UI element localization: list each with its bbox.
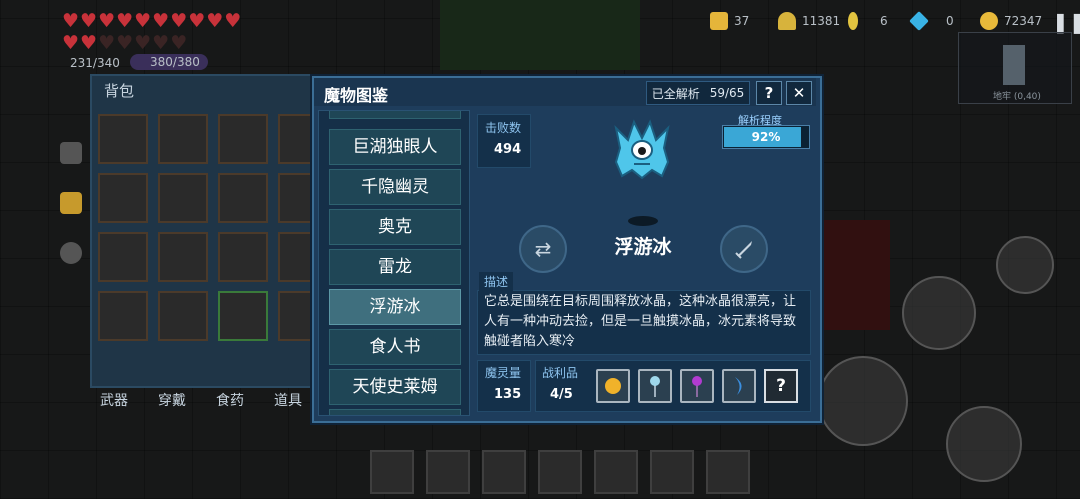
minimap-room: [1003, 45, 1025, 85]
stat-coin: 72347: [980, 10, 1042, 32]
list-item[interactable]: 食人书: [329, 329, 461, 365]
hp-readout: 231/340: [70, 56, 120, 70]
shield-readout: 380/380: [130, 54, 208, 70]
monster-shadow: [628, 216, 658, 226]
backpack-slot[interactable]: [158, 232, 208, 282]
description-text: 它总是围绕在目标周围释放冰晶，这种冰晶很漂亮，让人有一种冲动去捡，但是一旦触摸冰…: [484, 294, 797, 349]
backpack-slot[interactable]: [98, 173, 148, 223]
hotbar-slot[interactable]: [594, 450, 638, 494]
ice-monster-sprite: [614, 119, 670, 180]
stat-gem: 0: [909, 10, 954, 32]
weapon-info-button[interactable]: [720, 225, 768, 273]
help-button[interactable]: ?: [756, 81, 782, 105]
hotbar-slot[interactable]: [482, 450, 526, 494]
stat-helmet-value: 11381: [802, 14, 841, 28]
analyzed-label: 已全解析: [651, 86, 700, 101]
swap-button[interactable]: ⇄: [519, 225, 567, 273]
list-item-partial[interactable]: [329, 409, 461, 415]
list-item[interactable]: 天使史莱姆: [329, 369, 461, 405]
dialog-title: 魔物图鉴: [324, 86, 389, 105]
loot-slot[interactable]: [680, 369, 714, 403]
coin-icon: [980, 12, 998, 30]
tab-weapons[interactable]: 武器: [100, 390, 128, 410]
loot-slot[interactable]: [596, 369, 630, 403]
analysis-progress-pill: 已全解析 59/65: [646, 81, 750, 105]
unknown-loot-slot[interactable]: ?: [764, 369, 798, 403]
skill-button[interactable]: [996, 236, 1054, 294]
backpack-slot[interactable]: [218, 114, 268, 164]
hotbar-slot[interactable]: [370, 450, 414, 494]
stat-key-value: 6: [880, 14, 888, 28]
hotbar-slot[interactable]: [706, 450, 750, 494]
sword-icon: [735, 241, 752, 259]
backpack-title: 背包: [104, 82, 135, 100]
description-label: 描述: [479, 272, 514, 291]
backpack-slot[interactable]: [218, 291, 268, 341]
soul-label: 魔灵量: [485, 366, 522, 380]
gold-coin-icon: [605, 378, 621, 394]
backpack-slot[interactable]: [98, 291, 148, 341]
swap-arrows-icon: ⇄: [534, 237, 552, 261]
analysis-progress-bar: 92%: [722, 125, 810, 149]
backpack-slot[interactable]: [218, 173, 268, 223]
potion-category-icon[interactable]: [60, 242, 82, 264]
attack-button[interactable]: [818, 356, 908, 446]
crescent-blade-icon: [735, 377, 742, 395]
backpack-slot[interactable]: [98, 114, 148, 164]
armor-category-icon[interactable]: [60, 192, 82, 214]
backpack-slot[interactable]: [218, 232, 268, 282]
tab-wearables[interactable]: 穿戴: [158, 390, 186, 410]
kills-label: 击败数: [485, 121, 522, 135]
hotbar-slot[interactable]: [650, 450, 694, 494]
loot-value: 4/5: [550, 387, 573, 402]
dodge-button[interactable]: [946, 406, 1022, 482]
monster-list[interactable]: 巨湖独眼人 千隐幽灵 奥克 雷龙 浮游冰 食人书 天使史莱姆: [318, 110, 470, 416]
backpack-slot[interactable]: [158, 114, 208, 164]
backpack-slot[interactable]: [158, 173, 208, 223]
stat-helmet: 11381: [778, 10, 840, 32]
ice-wand-icon: [650, 376, 660, 397]
loot-slot[interactable]: [722, 369, 756, 403]
monster-name: 浮游冰: [614, 236, 672, 258]
analysis-value: 92%: [751, 130, 781, 144]
health-hearts: ♥♥♥♥♥♥♥♥♥♥ ♥♥♥♥♥♥♥: [62, 10, 243, 54]
pause-button[interactable]: ❚❚: [1052, 10, 1080, 34]
soul-value: 135: [494, 387, 522, 402]
stat-gem-value: 0: [946, 14, 954, 28]
hammer-weapon-button[interactable]: [902, 276, 976, 350]
gem-icon: [909, 11, 929, 31]
backpack-slot[interactable]: [158, 291, 208, 341]
close-button[interactable]: ✕: [786, 81, 812, 105]
minimap-caption: 地牢 (0,40): [993, 92, 1041, 102]
badge-icon: [710, 12, 728, 30]
backpack-slot[interactable]: [98, 232, 148, 282]
tab-items[interactable]: 道具: [274, 390, 302, 410]
list-item[interactable]: 千隐幽灵: [329, 169, 461, 205]
hotbar-slot[interactable]: [538, 450, 582, 494]
loot-label: 战利品: [542, 366, 579, 380]
stat-coin-value: 72347: [1004, 14, 1043, 28]
list-item[interactable]: 奥克: [329, 209, 461, 245]
helmet-icon: [778, 12, 796, 30]
stat-key: 6: [848, 10, 888, 32]
list-item-partial[interactable]: [329, 111, 461, 119]
key-icon: [848, 12, 858, 30]
hotbar-slot[interactable]: [426, 450, 470, 494]
list-item[interactable]: 巨湖独眼人: [329, 129, 461, 165]
list-item[interactable]: 雷龙: [329, 249, 461, 285]
stat-badge-value: 37: [734, 14, 750, 28]
kills-value: 494: [494, 142, 522, 157]
hotbar: [370, 450, 750, 494]
list-item-selected[interactable]: 浮游冰: [329, 289, 461, 325]
analyzed-count: 59/65: [709, 86, 745, 100]
purple-staff-icon: [692, 376, 702, 397]
backpack-tabs: 武器 穿戴 食药 道具: [100, 390, 302, 410]
tab-consumables[interactable]: 食药: [216, 390, 244, 410]
sword-category-icon[interactable]: [60, 142, 82, 164]
stat-badge: 37: [710, 10, 749, 32]
loot-slot[interactable]: [638, 369, 672, 403]
minimap[interactable]: 地牢 (0,40): [958, 32, 1072, 104]
